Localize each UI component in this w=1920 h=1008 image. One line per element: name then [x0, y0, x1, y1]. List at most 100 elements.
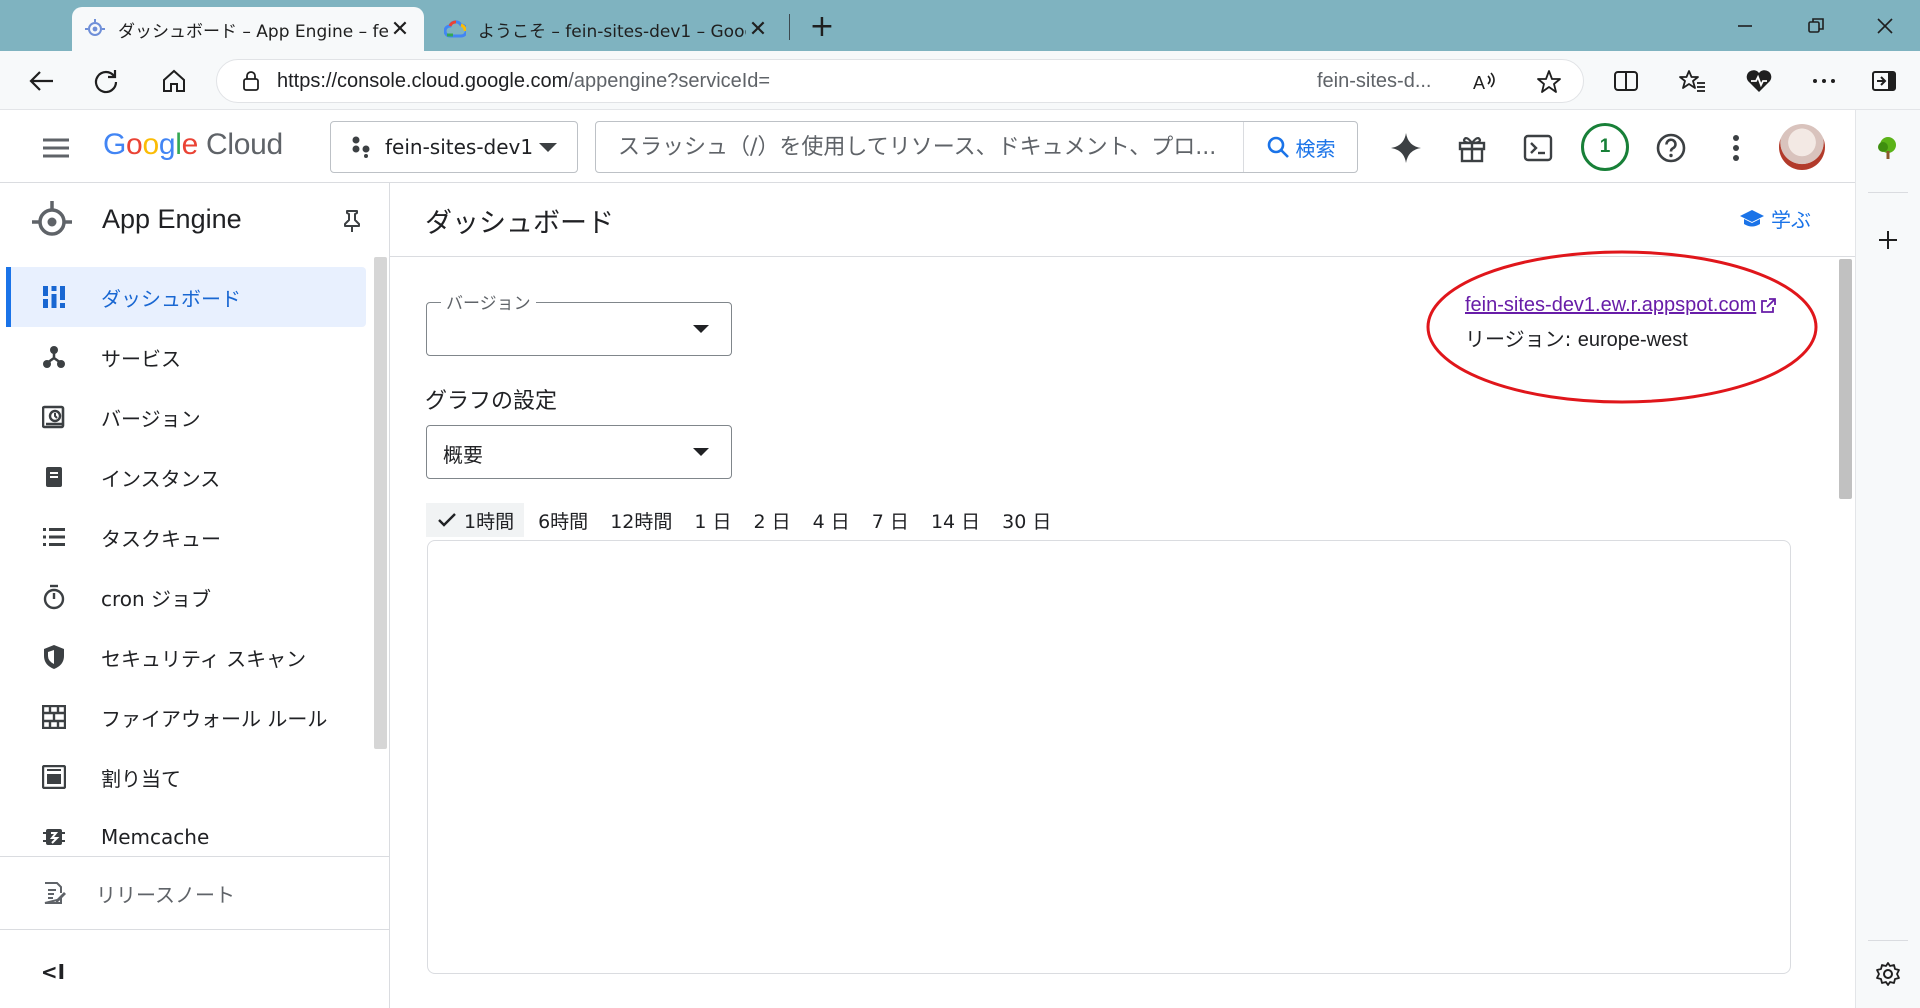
- time-range-chip-2d[interactable]: 2 日: [746, 503, 799, 537]
- search-bar: 検索: [595, 121, 1358, 173]
- time-range-chip-12h[interactable]: 12時間: [602, 503, 680, 537]
- project-selector[interactable]: fein-sites-dev1: [330, 121, 578, 173]
- console-header: Google Cloud fein-sites-dev1 検索 1: [0, 110, 1855, 183]
- edge-separator: [1868, 940, 1908, 941]
- edge-separator: [1868, 192, 1908, 193]
- gift-icon[interactable]: [1454, 130, 1490, 166]
- product-sidebar: App Engine ダッシュボード サービス バージョン インスタンス タスク…: [0, 183, 390, 1008]
- app-engine-icon: [32, 201, 72, 236]
- graph-select[interactable]: 概要: [426, 425, 732, 479]
- time-range-chip-30d[interactable]: 30 日: [994, 503, 1059, 537]
- time-range-chip-7d[interactable]: 7 日: [864, 503, 917, 537]
- add-extension-icon[interactable]: [1872, 224, 1904, 256]
- dashboard-icon: [40, 283, 68, 311]
- back-button[interactable]: [24, 63, 60, 99]
- tree-extension-icon[interactable]: [1872, 132, 1904, 164]
- firewall-icon: [40, 703, 68, 731]
- red-annotation-ellipse: [1426, 250, 1818, 404]
- sidebar-item-versions[interactable]: バージョン: [8, 387, 378, 447]
- sidebar-item-firewall-rules[interactable]: ファイアウォール ルール: [8, 687, 378, 747]
- product-header: App Engine: [0, 183, 389, 257]
- time-range-chip-1d[interactable]: 1 日: [686, 503, 739, 537]
- more-vert-icon[interactable]: [1718, 130, 1754, 166]
- graph-settings-label: グラフの設定: [425, 389, 558, 414]
- browser-toolbar: https://console.cloud.google.com/appengi…: [0, 51, 1920, 110]
- learn-button[interactable]: 学ぶ: [1739, 204, 1811, 233]
- address-bar[interactable]: https://console.cloud.google.com/appengi…: [216, 59, 1584, 103]
- read-aloud-icon[interactable]: A: [1471, 68, 1499, 96]
- gemini-sparkle-icon[interactable]: [1388, 130, 1424, 166]
- main-menu-hamburger-icon[interactable]: [40, 134, 72, 162]
- favorite-star-icon[interactable]: [1535, 68, 1563, 96]
- tab-title: ダッシュボード – App Engine – fein-si: [118, 21, 388, 42]
- page-title: ダッシュボード: [425, 208, 614, 239]
- chevron-down-icon: [539, 143, 557, 152]
- app-engine-favicon: [84, 18, 106, 40]
- pin-icon[interactable]: [338, 207, 366, 235]
- product-nav-list: ダッシュボード サービス バージョン インスタンス タスクキュー cron ジョ…: [6, 267, 378, 867]
- split-screen-icon[interactable]: [1608, 63, 1644, 99]
- collapse-row: <I: [0, 929, 389, 1008]
- browser-edge-sidebar: [1855, 110, 1920, 1008]
- sidebar-item-services[interactable]: サービス: [8, 327, 378, 387]
- version-select[interactable]: バージョン: [426, 289, 732, 356]
- home-button[interactable]: [156, 63, 192, 99]
- time-range-chip-14d[interactable]: 14 日: [923, 503, 988, 537]
- favorites-icon[interactable]: [1674, 63, 1710, 99]
- google-cloud-favicon: [444, 18, 466, 40]
- sidebar-scrollbar[interactable]: [374, 257, 387, 749]
- sidebar-item-instances[interactable]: インスタンス: [8, 447, 378, 507]
- reload-button[interactable]: [88, 63, 124, 99]
- page-title-in-address-bar: fein-sites-d...: [1317, 70, 1432, 92]
- product-title: App Engine: [102, 204, 242, 234]
- school-cap-icon: [1740, 209, 1764, 226]
- quota-icon: [40, 763, 68, 791]
- new-tab-button[interactable]: +: [806, 9, 838, 44]
- tab-separator: [789, 14, 790, 40]
- url-text: https://console.cloud.google.com/appengi…: [277, 69, 771, 92]
- content-scrollbar[interactable]: [1839, 259, 1852, 499]
- notifications-badge[interactable]: 1: [1581, 123, 1629, 171]
- lock-icon[interactable]: [239, 70, 263, 92]
- help-icon[interactable]: [1653, 130, 1689, 166]
- sidebar-item-task-queues[interactable]: タスクキュー: [8, 507, 378, 567]
- hide-sidebar-icon[interactable]: [1866, 63, 1902, 99]
- timer-icon: [40, 583, 68, 611]
- shield-icon: [40, 643, 68, 671]
- search-icon: [1267, 136, 1289, 158]
- browser-essentials-heart-icon[interactable]: [1741, 63, 1777, 99]
- search-input[interactable]: [596, 122, 1243, 172]
- close-tab-icon[interactable]: ✕: [746, 17, 770, 42]
- close-tab-icon[interactable]: ✕: [388, 17, 412, 42]
- versions-icon: [40, 403, 68, 431]
- time-range-chip-6h[interactable]: 6時間: [530, 503, 596, 537]
- sidebar-item-security-scans[interactable]: セキュリティ スキャン: [8, 627, 378, 687]
- time-range-chip-1h[interactable]: 1時間: [426, 503, 525, 537]
- browser-tab-welcome[interactable]: ようこそ – fein-sites-dev1 – Google ✕: [432, 7, 782, 51]
- graph-select-value: 概要: [443, 443, 483, 467]
- search-button[interactable]: 検索: [1243, 122, 1357, 172]
- close-window-icon[interactable]: [1862, 10, 1908, 42]
- time-range-chip-4d[interactable]: 4 日: [805, 503, 858, 537]
- account-avatar[interactable]: [1779, 124, 1825, 170]
- project-name: fein-sites-dev1: [385, 135, 534, 159]
- minimize-window-icon[interactable]: [1722, 10, 1768, 42]
- check-icon: [438, 513, 456, 527]
- time-range-selector: 1時間 6時間 12時間 1 日 2 日 4 日 7 日 14 日 30 日: [426, 503, 1065, 537]
- restore-window-icon[interactable]: [1793, 10, 1839, 42]
- browser-tab-dashboard[interactable]: ダッシュボード – App Engine – fein-si ✕: [72, 7, 424, 51]
- sidebar-item-cron-jobs[interactable]: cron ジョブ: [8, 567, 378, 627]
- task-queue-icon: [40, 523, 68, 551]
- memcache-icon: [40, 823, 68, 851]
- chart-area: [427, 540, 1791, 974]
- google-cloud-logo[interactable]: Google Cloud: [103, 128, 283, 162]
- page-header: ダッシュボード 学ぶ: [390, 183, 1855, 257]
- cloud-shell-terminal-icon[interactable]: [1520, 130, 1556, 166]
- more-options-icon[interactable]: [1806, 63, 1842, 99]
- release-notes-link[interactable]: リリースノート: [0, 857, 389, 929]
- tab-title: ようこそ – fein-sites-dev1 – Google: [478, 21, 746, 42]
- sidebar-item-dashboard[interactable]: ダッシュボード: [6, 267, 366, 327]
- collapse-sidebar-button[interactable]: <I: [38, 958, 68, 986]
- sidebar-item-quotas[interactable]: 割り当て: [8, 747, 378, 807]
- sidebar-settings-gear-icon[interactable]: [1872, 958, 1904, 990]
